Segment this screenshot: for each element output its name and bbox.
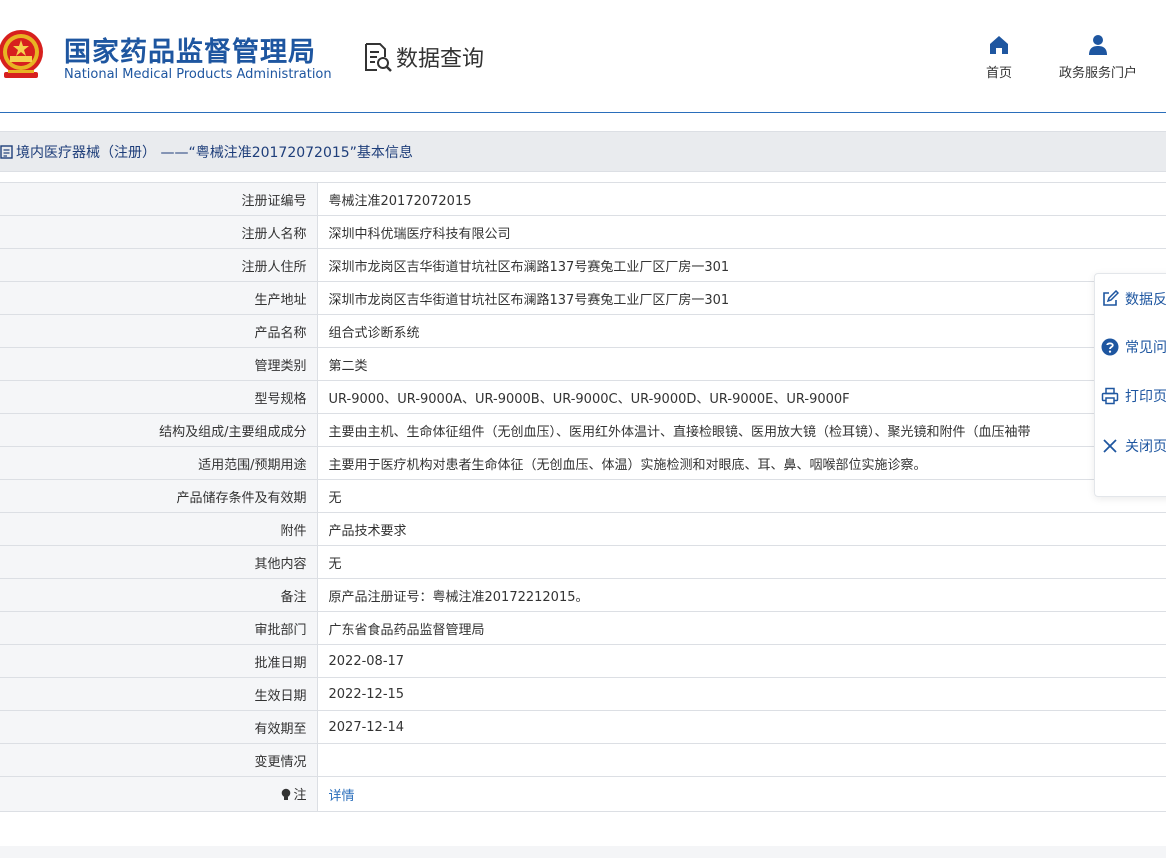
field-label: 生效日期 xyxy=(0,677,318,711)
table-row: 管理类别 第二类 xyxy=(0,347,1166,381)
nav-service-portal[interactable]: 政务服务门户 xyxy=(1059,34,1137,81)
field-value: 粤械注准20172072015 xyxy=(317,182,1166,216)
table-row: 备注 原产品注册证号：粤械注准20172212015。 xyxy=(0,578,1166,612)
table-row: 注册人住所 深圳市龙岗区吉华街道甘坑社区布澜路137号赛兔工业厂区厂房一301 xyxy=(0,248,1166,282)
record-title: 境内医疗器械（注册） ——“粤械注准20172072015”基本信息 xyxy=(16,144,413,161)
header-divider xyxy=(0,112,1166,113)
table-row: 审批部门 广东省食品药品监督管理局 xyxy=(0,611,1166,645)
table-row: 有效期至 2027-12-14 xyxy=(0,710,1166,744)
document-search-icon xyxy=(365,43,392,72)
nav-portal-label: 政务服务门户 xyxy=(1059,66,1138,81)
field-value: 无 xyxy=(317,479,1166,513)
field-value: 2022-12-15 xyxy=(317,677,1166,711)
floating-tools-panel: 数据反 常见问 打印页 关闭页 xyxy=(1094,273,1166,497)
record-title-bar: 境内医疗器械（注册） ——“粤械注准20172072015”基本信息 xyxy=(0,131,1166,172)
note-row: 注 详情 xyxy=(0,776,1166,812)
field-label: 产品储存条件及有效期 xyxy=(0,479,318,513)
close-icon xyxy=(1103,439,1117,453)
table-row: 适用范围/预期用途 主要用于医疗机构对患者生命体征（无创血压、体温）实施检测和对眼… xyxy=(0,446,1166,480)
field-value: 无 xyxy=(317,545,1166,579)
table-row: 注册证编号 粤械注准20172072015 xyxy=(0,182,1166,216)
field-value: 原产品注册证号：粤械注准20172212015。 xyxy=(317,578,1166,612)
table-row: 附件 产品技术要求 xyxy=(0,512,1166,546)
data-query-label: 数据查询 xyxy=(396,47,485,72)
note-value-cell: 详情 xyxy=(317,776,1166,812)
table-row: 生产地址 深圳市龙岗区吉华街道甘坑社区布澜路137号赛兔工业厂区厂房一301 xyxy=(0,281,1166,315)
field-label: 生产地址 xyxy=(0,281,318,315)
note-label-cell: 注 xyxy=(0,776,318,812)
field-label: 适用范围/预期用途 xyxy=(0,446,318,480)
table-row: 其他内容无 xyxy=(0,545,1166,579)
print-page-button[interactable]: 打印页 xyxy=(1101,384,1166,408)
note-label: 注 xyxy=(293,787,307,803)
faq-label: 常见问 xyxy=(1125,340,1166,356)
nav-home-label: 首页 xyxy=(986,66,1013,81)
field-value: 深圳中科优瑞医疗科技有限公司 xyxy=(317,215,1166,249)
detail-table-wrapper: 注册证编号 粤械注准20172072015 注册人名称 深圳中科优瑞医疗科技有限公司注… xyxy=(0,182,1166,812)
org-name-cn: 国家药品监督管理局 xyxy=(64,37,316,68)
field-label: 其他内容 xyxy=(0,545,318,579)
table-row: 生效日期 2022-12-15 xyxy=(0,677,1166,711)
field-label: 审批部门 xyxy=(0,611,318,645)
data-feedback-button[interactable]: 数据反 xyxy=(1101,287,1166,311)
field-value: 深圳市龙岗区吉华街道甘坑社区布澜路137号赛兔工业厂区厂房一301 xyxy=(317,248,1166,282)
page-bottom-bar xyxy=(0,846,1166,858)
org-name-en: National Medical Products Administration xyxy=(64,67,332,82)
nav-home[interactable]: 首页 xyxy=(986,34,1012,81)
table-row: 批准日期 2022-08-17 xyxy=(0,644,1166,678)
field-label: 变更情况 xyxy=(0,743,318,777)
site-header: 国家药品监督管理局 National Medical Products Admi… xyxy=(0,0,1166,112)
edit-icon xyxy=(1103,290,1119,306)
national-emblem-icon xyxy=(0,30,43,78)
detail-table: 注册证编号 粤械注准20172072015 注册人名称 深圳中科优瑞医疗科技有限公司注… xyxy=(0,182,1166,812)
data-feedback-label: 数据反 xyxy=(1125,292,1166,308)
field-value: 广东省食品药品监督管理局 xyxy=(317,611,1166,645)
table-row: 注册人名称 深圳中科优瑞医疗科技有限公司 xyxy=(0,215,1166,249)
table-row: 型号规格 UR-9000、UR-9000A、UR-9000B、UR-9000C、U… xyxy=(0,380,1166,414)
field-value: 深圳市龙岗区吉华街道甘坑社区布澜路137号赛兔工业厂区厂房一301 xyxy=(317,281,1166,315)
field-label: 有效期至 xyxy=(0,710,318,744)
field-label: 批准日期 xyxy=(0,644,318,678)
field-value: 第二类 xyxy=(317,347,1166,381)
field-label: 注册证编号 xyxy=(0,182,318,216)
data-query-title: 数据查询 xyxy=(362,40,484,74)
field-value: 主要由主机、生命体征组件（无创血压）、医用红外体温计、直接检眼镜、医用放大镜（检… xyxy=(317,413,1166,447)
user-icon xyxy=(1089,35,1107,55)
field-value: 2022-08-17 xyxy=(317,644,1166,678)
field-label: 附件 xyxy=(0,512,318,546)
table-row: 变更情况 xyxy=(0,743,1166,777)
field-value: 主要用于医疗机构对患者生命体征（无创血压、体温）实施检测和对眼底、耳、鼻、咽喉部… xyxy=(317,446,1166,480)
field-value: UR-9000、UR-9000A、UR-9000B、UR-9000C、UR-90… xyxy=(317,380,1166,414)
field-value: 组合式诊断系统 xyxy=(317,314,1166,348)
close-page-label: 关闭页 xyxy=(1125,439,1166,455)
field-label: 注册人住所 xyxy=(0,248,318,282)
field-label: 产品名称 xyxy=(0,314,318,348)
close-page-button[interactable]: 关闭页 xyxy=(1101,434,1166,458)
table-row: 产品储存条件及有效期无 xyxy=(0,479,1166,513)
field-label: 注册人名称 xyxy=(0,215,318,249)
note-row-body: 注 详情 xyxy=(0,776,1166,812)
table-row: 产品名称 组合式诊断系统 xyxy=(0,314,1166,348)
document-icon xyxy=(0,144,13,159)
detail-table-body: 注册证编号 粤械注准20172072015 注册人名称 深圳中科优瑞医疗科技有限公司注… xyxy=(0,182,1166,777)
lightbulb-icon xyxy=(281,788,291,805)
question-icon xyxy=(1101,338,1119,356)
field-label: 型号规格 xyxy=(0,380,318,414)
table-row: 结构及组成/主要组成成分 主要由主机、生命体征组件（无创血压）、医用红外体温计、直… xyxy=(0,413,1166,447)
print-page-label: 打印页 xyxy=(1125,389,1166,405)
faq-button[interactable]: 常见问 xyxy=(1101,335,1166,359)
details-link[interactable]: 详情 xyxy=(329,789,355,804)
field-value: 2027-12-14 xyxy=(317,710,1166,744)
field-label: 结构及组成/主要组成成分 xyxy=(0,413,318,447)
field-value: 产品技术要求 xyxy=(317,512,1166,546)
home-icon xyxy=(990,36,1008,54)
print-icon xyxy=(1101,387,1119,405)
field-label: 管理类别 xyxy=(0,347,318,381)
field-value xyxy=(317,743,1166,777)
field-label: 备注 xyxy=(0,578,318,612)
